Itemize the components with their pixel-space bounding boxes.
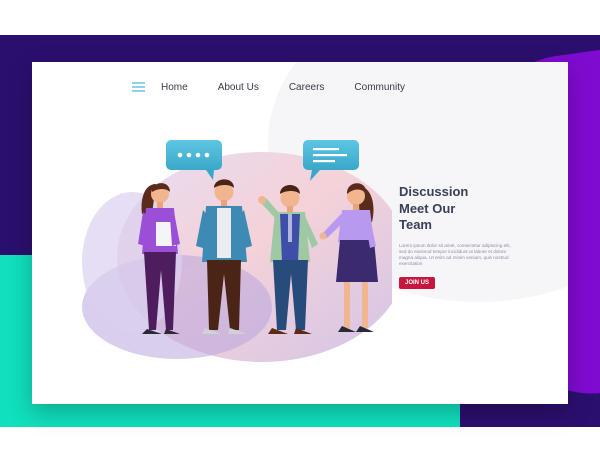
join-us-button[interactable]: JOIN US <box>399 276 436 289</box>
nav-link-home[interactable]: Home <box>161 82 188 93</box>
hero-title-line-3: Team <box>399 217 432 232</box>
hero-title-line-1: Discussion <box>399 184 469 199</box>
landing-page-card: Home About Us Careers Community Discussi… <box>32 62 568 404</box>
top-nav: Home About Us Careers Community <box>132 77 435 97</box>
hero-description: Lorem ipsum dolor sit amet, consectetur … <box>399 242 511 266</box>
team-illustration <box>82 140 392 362</box>
nav-link-about-us[interactable]: About Us <box>218 82 259 93</box>
hero-section: Discussion Meet Our Team Lorem ipsum dol… <box>399 184 549 289</box>
nav-link-careers[interactable]: Careers <box>289 82 325 93</box>
hero-title-line-2: Meet Our <box>399 200 456 216</box>
hamburger-menu-icon[interactable] <box>132 82 145 92</box>
nav-link-community[interactable]: Community <box>354 82 405 93</box>
hero-title: Discussion Meet Our Team <box>399 184 549 234</box>
